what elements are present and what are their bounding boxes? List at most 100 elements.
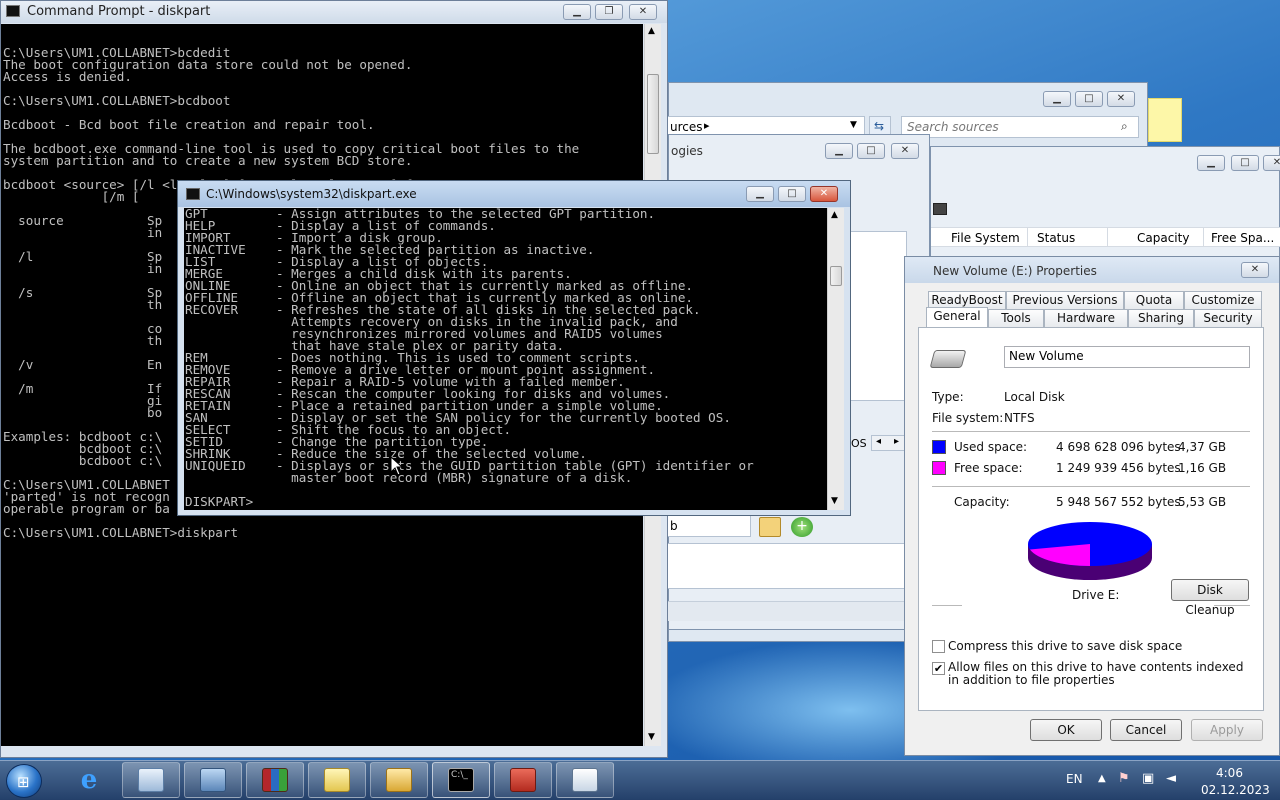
toolbox-icon: [510, 768, 536, 792]
type-label: Type:: [932, 390, 964, 404]
ok-button[interactable]: OK: [1030, 719, 1102, 741]
maximize-button[interactable]: ❐: [595, 4, 623, 20]
internet-explorer-icon: e: [80, 765, 98, 795]
text-field[interactable]: b: [667, 515, 751, 537]
close-button[interactable]: ✕: [1107, 91, 1135, 107]
drive-icon: [929, 350, 967, 368]
free-space-bytes: 1 249 939 456 bytes: [1056, 461, 1181, 475]
close-button[interactable]: ✕: [629, 4, 657, 20]
minimize-button[interactable]: ▁: [746, 186, 774, 202]
vertical-scrollbar[interactable]: ▲ ▼: [827, 208, 844, 510]
capacity-gb: 5,53 GB: [1178, 495, 1227, 509]
used-space-label: Used space:: [954, 440, 1028, 454]
used-space-swatch: [932, 440, 946, 454]
chevron-down-icon[interactable]: ▼: [850, 120, 857, 130]
background-window-computer[interactable]: ▁ □ ✕ File System Status Capacity Free S…: [930, 146, 1280, 258]
scroll-down-icon[interactable]: ▼: [648, 732, 655, 742]
drive-label: Drive E:: [1072, 588, 1120, 602]
cancel-button[interactable]: Cancel: [1110, 719, 1182, 741]
taskbar-remote-desktop[interactable]: [184, 762, 242, 798]
minimize-button[interactable]: ▁: [825, 143, 853, 159]
divider: [932, 431, 1250, 432]
arrow-left-icon[interactable]: ◂: [876, 436, 881, 447]
language-indicator[interactable]: EN: [1066, 772, 1083, 786]
diskpart-window[interactable]: C:\Windows\system32\diskpart.exe ▁ □ ✕ G…: [177, 180, 851, 516]
minimize-button[interactable]: ▁: [563, 4, 591, 20]
taskbar-server-manager[interactable]: [122, 762, 180, 798]
close-button[interactable]: ✕: [1241, 262, 1269, 278]
scroll-down-icon[interactable]: ▼: [831, 496, 838, 506]
maximize-button[interactable]: □: [1231, 155, 1259, 171]
title-bar[interactable]: New Volume (E:) Properties ✕: [905, 257, 1279, 283]
tab-general[interactable]: General: [926, 307, 988, 327]
taskbar-control-panel[interactable]: [556, 762, 614, 798]
action-center-icon[interactable]: ⚑: [1118, 771, 1130, 786]
compress-checkbox[interactable]: [932, 640, 945, 653]
free-space-swatch: [932, 461, 946, 475]
tab-sharing[interactable]: Sharing: [1128, 309, 1194, 327]
maximize-button[interactable]: □: [1075, 91, 1103, 107]
console-output[interactable]: GPT - Assign attributes to the selected …: [184, 208, 827, 510]
column-free-space[interactable]: Free Spa...: [1211, 231, 1274, 245]
maximize-button[interactable]: □: [778, 186, 806, 202]
taskbar-command-prompt[interactable]: C:\_: [432, 762, 490, 798]
minimize-button[interactable]: ▁: [1043, 91, 1071, 107]
divider: [932, 486, 1250, 487]
disk-usage-pie: [1028, 522, 1152, 580]
taskbar-file-explorer[interactable]: [370, 762, 428, 798]
minimize-button[interactable]: ▁: [1197, 155, 1225, 171]
clock-time[interactable]: 4:06: [1216, 766, 1243, 780]
index-checkbox[interactable]: ✔: [932, 662, 945, 675]
tab-hardware[interactable]: Hardware: [1044, 309, 1128, 327]
disk-cleanup-button[interactable]: Disk Cleanup: [1171, 579, 1249, 617]
taskbar-libraries[interactable]: [308, 762, 366, 798]
close-button[interactable]: ✕: [1263, 155, 1280, 171]
column-status[interactable]: Status: [1037, 231, 1075, 245]
tab-tools[interactable]: Tools: [988, 309, 1044, 327]
scroll-up-icon[interactable]: ▲: [648, 26, 655, 36]
apply-button[interactable]: Apply: [1191, 719, 1263, 741]
start-button[interactable]: ⊞: [6, 764, 42, 798]
index-label: Allow files on this drive to have conten…: [948, 660, 1244, 687]
sticky-note[interactable]: [1148, 98, 1182, 142]
arrow-right-icon[interactable]: ▸: [894, 436, 899, 447]
column-headers: File System Status Capacity Free Spa...: [931, 227, 1280, 247]
title-bar[interactable]: C:\Windows\system32\diskpart.exe ▁ □ ✕: [178, 181, 850, 207]
network-icon[interactable]: ▣: [1142, 771, 1154, 786]
taskbar-toolbox[interactable]: [494, 762, 552, 798]
divider: [1214, 605, 1250, 606]
scroll-thumb[interactable]: [647, 74, 659, 154]
volume-name-input[interactable]: New Volume: [1004, 346, 1250, 368]
content-area: [667, 543, 905, 589]
column-divider: [1203, 228, 1204, 246]
show-hidden-icons-icon[interactable]: ▲: [1098, 773, 1106, 784]
tab-quota[interactable]: Quota: [1124, 291, 1184, 309]
nav-arrows[interactable]: ◂ ▸: [871, 435, 907, 451]
file-system-label: File system:: [932, 411, 1004, 425]
title-bar[interactable]: Command Prompt - diskpart ▁ ❐ ✕: [1, 1, 667, 23]
toolbar-icon[interactable]: [933, 203, 947, 215]
clock-date[interactable]: 02.12.2023: [1201, 783, 1270, 797]
explorer-folder-icon: [386, 768, 412, 792]
maximize-button[interactable]: □: [857, 143, 885, 159]
column-capacity[interactable]: Capacity: [1137, 231, 1189, 245]
volume-icon[interactable]: ◄: [1166, 771, 1176, 786]
search-input[interactable]: Search sources ⌕: [901, 116, 1139, 138]
refresh-icon: ⇆: [874, 119, 885, 133]
mouse-cursor-icon: [390, 456, 404, 476]
tab-customize[interactable]: Customize: [1184, 291, 1262, 309]
column-file-system[interactable]: File System: [951, 231, 1020, 245]
tab-security[interactable]: Security: [1194, 309, 1262, 327]
chevron-right-icon: ▸: [704, 119, 710, 132]
close-button[interactable]: ✕: [891, 143, 919, 159]
scroll-up-icon[interactable]: ▲: [831, 210, 838, 220]
winrar-icon: [262, 768, 288, 792]
scroll-thumb[interactable]: [830, 266, 842, 286]
taskbar-internet-explorer[interactable]: e: [60, 762, 118, 798]
taskbar-winrar[interactable]: [246, 762, 304, 798]
add-icon[interactable]: +: [791, 517, 813, 537]
remote-desktop-icon: [200, 768, 226, 792]
close-button[interactable]: ✕: [810, 186, 838, 202]
lock-icon[interactable]: [759, 517, 781, 537]
tab-previous-versions[interactable]: Previous Versions: [1006, 291, 1124, 309]
